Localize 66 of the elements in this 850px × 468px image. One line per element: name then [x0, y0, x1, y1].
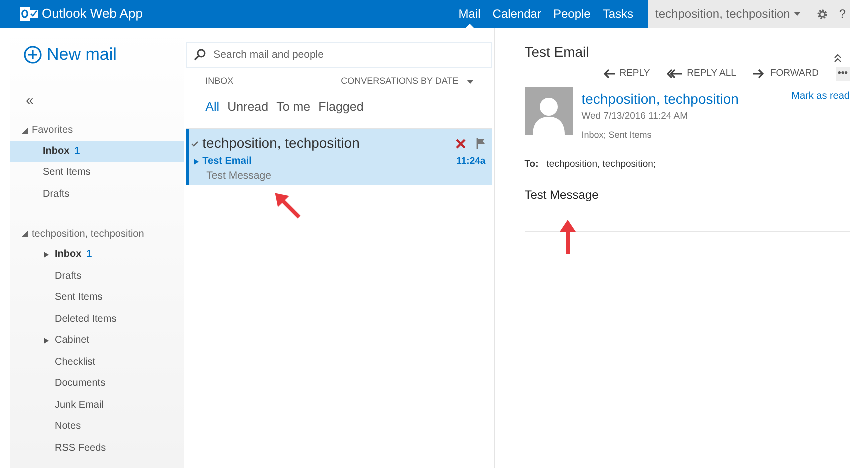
outlook-logo-icon — [20, 6, 38, 22]
new-mail-button[interactable]: New mail — [10, 42, 117, 68]
reply-button[interactable]: REPLY — [602, 67, 650, 82]
folder-item[interactable]: Junk Email — [10, 394, 184, 416]
sort-menu[interactable]: CONVERSATIONS BY DATE — [341, 75, 474, 88]
filter-tab[interactable]: All — [206, 98, 220, 116]
email-subject: Test Email — [524, 43, 590, 62]
sent-date: Wed 7/13/2016 11:24 AM — [582, 110, 690, 124]
message-preview: Test Message — [206, 169, 272, 184]
folder-heading: INBOX — [206, 75, 235, 88]
filter-tab[interactable]: To me — [276, 98, 311, 116]
replyall-button[interactable]: REPLY ALL — [667, 67, 736, 82]
forward-arrow-icon — [753, 69, 766, 80]
folder-group-header[interactable]: Favorites — [10, 120, 74, 140]
folder-item[interactable]: Deleted Items — [10, 308, 184, 330]
folder-item[interactable]: Inbox 1 — [10, 244, 184, 266]
folder-item[interactable]: Inbox 1 — [10, 140, 184, 162]
nav-tab[interactable]: Mail — [452, 0, 487, 28]
flag-icon[interactable] — [476, 138, 486, 150]
checkmark-icon — [190, 140, 199, 147]
nav-tab[interactable]: Tasks — [596, 0, 640, 28]
folder-item[interactable]: Documents — [10, 373, 184, 394]
user-menu[interactable]: techposition, techposition — [648, 0, 810, 28]
folder-names: Inbox; Sent Items — [582, 128, 653, 142]
forward-button[interactable]: FORWARD — [753, 67, 820, 82]
reply-arrow-icon — [602, 69, 616, 80]
expand-triangle-icon[interactable] — [194, 158, 199, 165]
message-time: 11:24a — [456, 154, 486, 169]
folder-item[interactable]: Notes — [10, 416, 184, 438]
nav-tab[interactable]: People — [547, 0, 597, 28]
more-button[interactable]: ••• — [836, 67, 850, 82]
filter-tab[interactable]: Unread — [228, 98, 269, 116]
expanded-triangle-icon[interactable] — [22, 128, 28, 134]
folder-item[interactable]: RSS Feeds — [10, 438, 184, 459]
message-item[interactable]: techposition, techposition Test Email 11:24a Test Message — [186, 129, 492, 186]
app-title: Outlook Web App — [41, 5, 143, 24]
to-label: To: — [524, 158, 539, 172]
plus-icon — [24, 46, 42, 64]
recipients: techposition, techposition; — [546, 158, 656, 172]
settings-icon — [816, 8, 828, 20]
filter-tab[interactable]: Flagged — [318, 98, 364, 116]
collapsed-triangle-icon[interactable] — [43, 338, 49, 344]
email-body: Test Message — [524, 187, 600, 204]
collapse-button[interactable]: « — [26, 90, 34, 110]
sender-name: techposition, techposition — [582, 90, 740, 110]
collapse-up-icon[interactable] — [834, 54, 842, 63]
folder-item[interactable]: Sent Items — [10, 287, 184, 308]
caret-icon — [466, 80, 474, 84]
folder-item[interactable]: Checklist — [10, 352, 184, 373]
mark-as-read-link[interactable]: Mark as read — [792, 89, 850, 142]
collapsed-triangle-icon[interactable] — [43, 252, 49, 258]
message-subject: Test Email — [202, 155, 253, 170]
caret-icon — [794, 12, 802, 16]
folder-item[interactable]: Cabinet — [10, 330, 184, 352]
reply-all-arrow-icon — [667, 69, 684, 80]
expanded-triangle-icon[interactable] — [22, 231, 28, 237]
avatar-icon — [524, 87, 573, 136]
folder-item[interactable]: Drafts — [10, 266, 184, 287]
folder-group-header[interactable]: techposition, techposition — [10, 224, 144, 244]
folder-item[interactable]: Drafts — [10, 184, 184, 205]
delete-icon[interactable] — [456, 138, 466, 149]
help-button[interactable]: ? — [835, 0, 850, 28]
folder-item[interactable]: Sent Items — [10, 162, 184, 184]
message-sender: techposition, techposition — [202, 134, 361, 154]
nav-tab[interactable]: Calendar — [486, 0, 548, 28]
search-field[interactable]: Search mail and people — [186, 42, 492, 68]
